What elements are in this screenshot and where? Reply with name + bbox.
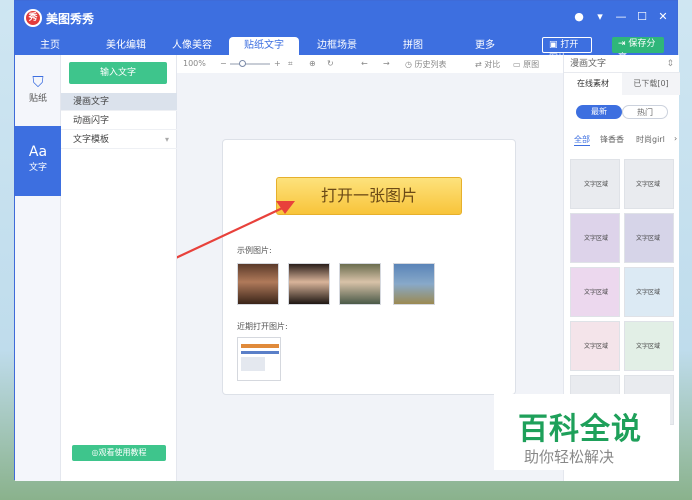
tab-beautify[interactable]: 美化编辑 [93, 37, 159, 55]
filter-all[interactable]: 全部 [574, 134, 590, 146]
sticker-caption: 文字区域 [584, 289, 609, 296]
filter-newest[interactable]: 最新 [576, 105, 622, 119]
zoom-slider-handle[interactable] [239, 60, 246, 67]
chevron-down-icon: ▾ [164, 135, 169, 144]
compare-icon: ⇄ [475, 60, 482, 69]
category-label: 文字模板 [73, 135, 110, 145]
sidebar-item-text[interactable]: Aa 文字 [15, 126, 61, 196]
input-text-button[interactable]: 输入文字 [69, 62, 167, 84]
compare-button[interactable]: ⇄ 对比 [475, 59, 500, 70]
original-label: 原图 [523, 60, 540, 69]
sticker-caption: 文字区域 [584, 181, 609, 188]
tab-portrait[interactable]: 人像美容 [162, 37, 222, 55]
sidebar-item-label: 贴纸 [28, 94, 47, 104]
watermark-subtitle: 助你轻松解决 [524, 448, 615, 466]
history-button[interactable]: ◷ 历史列表 [405, 59, 447, 70]
image-icon: ▣ [549, 40, 558, 50]
crop-icon[interactable]: ⌗ [288, 59, 293, 69]
sticker-caption: 文字区域 [584, 235, 609, 242]
zoom-slider[interactable] [230, 63, 270, 65]
bookmark-icon: ⛉ [32, 73, 44, 91]
tab-home[interactable]: 主页 [29, 37, 71, 55]
filter-tag-3[interactable]: 时尚girl [636, 134, 665, 145]
title-bar: 秀 美图秀秀 ● ▾ — ☐ ✕ [15, 1, 677, 35]
sticker-caption: 文字区域 [636, 181, 661, 188]
text-aa-icon: Aa [28, 144, 48, 160]
original-button[interactable]: ▭ 原图 [513, 59, 539, 70]
menu-dropdown-icon[interactable]: ▾ [594, 10, 606, 23]
open-image-button[interactable]: ▣ 打开图片 [542, 37, 592, 64]
chevron-updown-icon: ⇕ [666, 59, 674, 69]
tab-more[interactable]: 更多 [455, 37, 515, 55]
sidebar-item-sticker[interactable]: ⛉ 贴纸 [15, 73, 61, 123]
tab-downloaded[interactable]: 已下载[0] [622, 73, 680, 95]
filter-popular[interactable]: 热门 [622, 105, 668, 119]
sticker-caption: 文字区域 [636, 289, 661, 296]
zoom-in-icon[interactable]: + [274, 59, 281, 68]
chevron-right-icon[interactable]: › [674, 134, 677, 143]
canvas-toolbar: 100% − + ⌗ ⊕ ↻ ← → ◷ 历史列表 ⇄ 对比 ▭ 原图 [177, 55, 563, 73]
text-category-panel: 输入文字 漫画文字 动画闪字 文字模板 ▾ ◎观看使用教程 [61, 55, 177, 481]
zoom-out-icon[interactable]: − [220, 59, 227, 68]
tab-collage[interactable]: 拼图 [383, 37, 443, 55]
close-icon[interactable]: ✕ [657, 10, 669, 23]
filter-tag-2[interactable]: 锋香香 [600, 134, 624, 145]
material-panel-header[interactable]: 漫画文字 ⇕ [564, 55, 680, 73]
watch-tutorial-button[interactable]: ◎观看使用教程 [72, 445, 166, 461]
maximize-icon[interactable]: ☐ [636, 10, 648, 23]
magnifier-icon[interactable]: ⊕ [309, 59, 316, 68]
tab-sticker-text[interactable]: 贴纸文字 [229, 37, 299, 55]
zoom-level: 100% [183, 59, 206, 68]
main-nav: 主页 美化编辑 人像美容 贴纸文字 边框场景 拼图 更多 ▣ 打开图片 ⇥ 保存… [15, 35, 677, 64]
category-text-template[interactable]: 文字模板 ▾ [61, 131, 177, 149]
compare-label: 对比 [484, 60, 501, 69]
window-controls: ● ▾ — ☐ ✕ [573, 10, 669, 23]
tool-sidebar: ⛉ 贴纸 Aa 文字 [15, 55, 61, 481]
arrow-head [276, 201, 295, 214]
tab-frames[interactable]: 边框场景 [304, 37, 370, 55]
tab-online-material[interactable]: 在线素材 [564, 73, 622, 95]
sticker-caption: 文字区域 [584, 343, 609, 350]
history-label: 历史列表 [414, 60, 447, 69]
skin-icon[interactable]: ● [573, 10, 585, 23]
save-share-button[interactable]: ⇥ 保存分享 [612, 37, 664, 63]
watermark-title: 百科全说 [518, 412, 642, 447]
image-icon: ▭ [513, 60, 521, 69]
minimize-icon[interactable]: — [615, 10, 627, 23]
app-logo-icon: 秀 [24, 9, 42, 27]
material-panel-title: 漫画文字 [570, 59, 607, 69]
clock-icon: ◷ [405, 60, 412, 69]
redo-icon[interactable]: → [383, 59, 390, 68]
category-animated-text[interactable]: 动画闪字 [61, 112, 177, 130]
arrow-shaft [177, 204, 290, 259]
undo-icon[interactable]: ← [361, 59, 368, 68]
rotate-icon[interactable]: ↻ [327, 59, 334, 68]
watermark-overlay: 百科全说 助你轻松解决 [494, 394, 670, 470]
app-title: 美图秀秀 [46, 12, 95, 26]
sticker-caption: 文字区域 [636, 235, 661, 242]
category-comic-text[interactable]: 漫画文字 [61, 93, 177, 111]
sidebar-item-label: 文字 [28, 163, 47, 173]
sticker-caption: 文字区域 [636, 343, 661, 350]
export-icon: ⇥ [618, 39, 626, 49]
